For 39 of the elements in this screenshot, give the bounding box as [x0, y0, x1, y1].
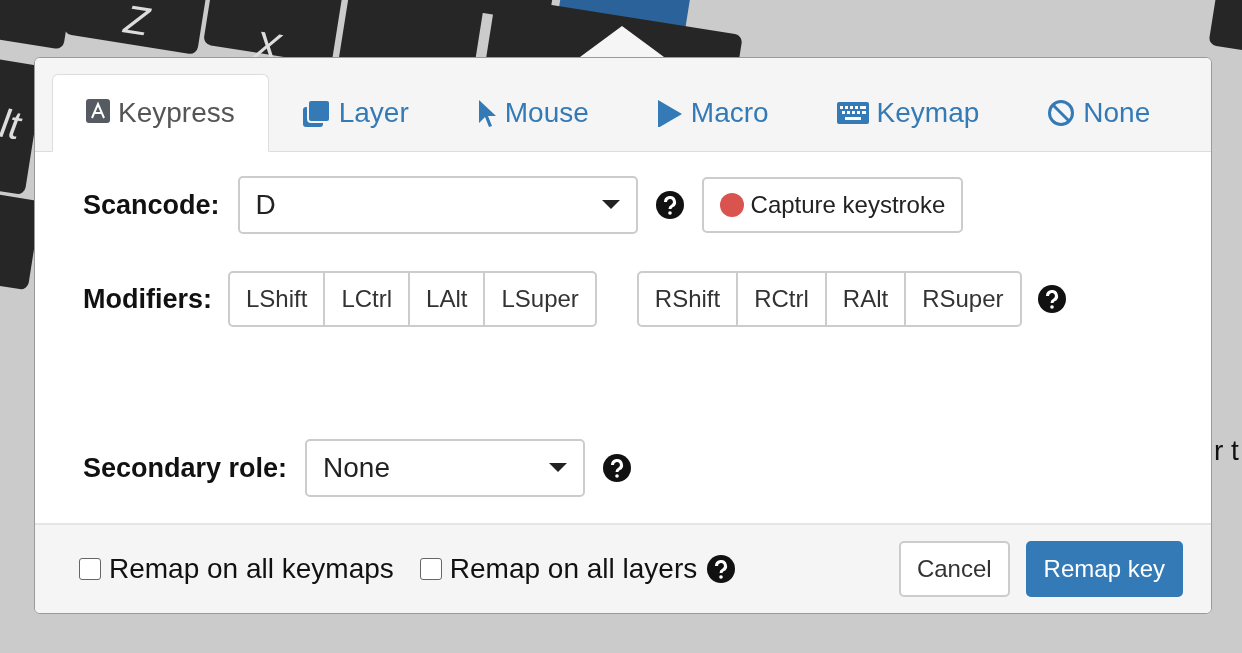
- modifier-button[interactable]: LSuper: [483, 271, 597, 327]
- checkbox[interactable]: [79, 558, 101, 580]
- modifier-button[interactable]: LAlt: [408, 271, 486, 327]
- tab[interactable]: Mouse: [442, 74, 623, 152]
- tab[interactable]: Keymap: [802, 74, 1014, 152]
- help-icon: [603, 454, 632, 482]
- modifier-button[interactable]: LCtrl: [323, 271, 411, 327]
- play-icon: [656, 99, 683, 127]
- help-icon: [1037, 285, 1066, 313]
- cursor-icon: [476, 99, 497, 127]
- tab[interactable]: None: [1013, 74, 1185, 152]
- capture-button[interactable]: Capture keystroke: [701, 177, 964, 233]
- prohibited-icon: [1047, 99, 1076, 127]
- dropdown[interactable]: None: [305, 439, 586, 497]
- checkbox-label[interactable]: Remap on all layers: [449, 553, 698, 585]
- remap-button[interactable]: Remap key: [1025, 541, 1183, 597]
- caret-icon: [601, 200, 620, 210]
- help-icon: [655, 191, 684, 219]
- field-label: Modifiers:: [83, 283, 212, 315]
- record-icon: [719, 193, 744, 217]
- layers-icon: [302, 99, 331, 127]
- checkbox-label[interactable]: Remap on all keymaps: [109, 553, 394, 585]
- tab[interactable]: Macro: [622, 74, 803, 152]
- caret-icon: [549, 463, 568, 473]
- modifier-button[interactable]: LShift: [228, 271, 326, 327]
- modifier-button[interactable]: RSuper: [904, 271, 1022, 327]
- dropdown[interactable]: D: [237, 176, 638, 234]
- key-label: Z: [121, 0, 153, 45]
- checkbox[interactable]: [419, 558, 442, 580]
- field-label: Secondary role:: [83, 452, 288, 484]
- modifier-button[interactable]: RAlt: [824, 271, 907, 327]
- keyboard-icon: [836, 99, 869, 127]
- modifier-button[interactable]: RShift: [636, 271, 739, 327]
- modifier-button[interactable]: RCtrl: [736, 271, 827, 327]
- tab[interactable]: Layer: [268, 74, 443, 152]
- field-label: Scancode:: [83, 189, 220, 221]
- cancel-button[interactable]: Cancel: [898, 541, 1010, 597]
- tab[interactable]: Keypress: [52, 74, 269, 152]
- background-text: r t: [1214, 435, 1239, 467]
